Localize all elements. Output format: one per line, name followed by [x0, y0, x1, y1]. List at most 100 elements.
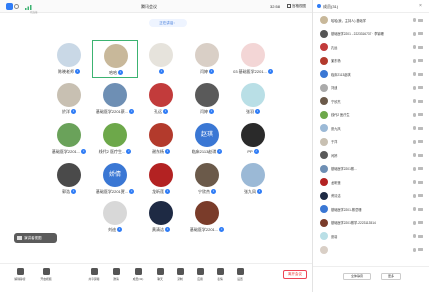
settings-button[interactable]: 设置 — [232, 268, 248, 281]
participant-tile[interactable]: 谢东杨 ♪ — [138, 120, 184, 158]
record-button[interactable]: 录制 — [172, 268, 188, 281]
member-row[interactable]: 刘迪 — [317, 83, 427, 93]
member-row[interactable]: 线代2 医疗生 — [317, 110, 427, 120]
member-avatar — [320, 164, 328, 173]
member-row[interactable]: 基础医学2201蔡... — [317, 164, 427, 174]
member-row[interactable] — [317, 245, 427, 255]
microphone-icon[interactable] — [413, 220, 416, 225]
apps-button[interactable]: 应用 — [192, 268, 208, 281]
speaker-view-chip[interactable]: 演讲者视图 — [14, 233, 57, 243]
participant-tile[interactable]: 线代2 医疗生... ♪ — [92, 120, 138, 158]
microphone-icon[interactable] — [413, 99, 416, 103]
participant-tile[interactable]: 宁欣杰 ♪ — [184, 160, 230, 198]
participant-tile[interactable]: 闫婷 ♪ — [184, 80, 230, 118]
mute-all-button[interactable]: 全体静音 — [343, 273, 371, 280]
camera-icon[interactable] — [418, 180, 423, 184]
participant-tile[interactable]: 张九凤 ♪ — [230, 160, 276, 198]
microphone-icon[interactable] — [413, 72, 416, 76]
microphone-icon[interactable] — [413, 247, 416, 252]
member-row[interactable]: 基础医学2201 - 2223316737 · 李锦珊 — [317, 29, 427, 39]
camera-icon[interactable] — [418, 140, 423, 143]
participant-tile[interactable]: ♪ — [138, 40, 184, 78]
camera-icon[interactable] — [418, 32, 423, 35]
participant-tile[interactable]: 张羽 ♪ — [230, 80, 276, 118]
more-button[interactable]: 更多 — [381, 273, 401, 280]
microphone-icon[interactable] — [413, 45, 416, 49]
member-row[interactable]: 基础医学2201蔡学-2223113514 — [317, 218, 427, 228]
member-row[interactable]: 謝东杨 — [317, 56, 427, 66]
member-row[interactable]: 张羽 — [317, 231, 427, 241]
camera-icon[interactable] — [418, 18, 423, 22]
camera-icon[interactable] — [418, 99, 423, 103]
member-row[interactable]: 哈哈(我，主持人) 基础学 — [317, 15, 427, 25]
participant-tile[interactable]: 赵琪 临床2113赵琪 ♪ — [184, 120, 230, 158]
participant-tile[interactable]: 基础医学2201... ♪ — [46, 120, 92, 158]
member-row[interactable]: 闫婷 — [317, 150, 427, 160]
microphone-icon[interactable] — [413, 58, 416, 63]
participant-caption: 郭浩 ♪ — [46, 189, 92, 195]
member-row[interactable]: 龙昕莲 — [317, 177, 427, 187]
leave-meeting-button[interactable]: 离开会议 — [283, 270, 307, 279]
microphone-icon[interactable] — [413, 112, 416, 117]
members-button[interactable]: 成员(31) — [130, 268, 146, 281]
camera-icon[interactable] — [418, 194, 423, 197]
participant-tile[interactable]: 於洋 ♪ — [46, 80, 92, 118]
member-row[interactable]: 张九凤 — [317, 123, 427, 133]
camera-icon[interactable] — [418, 86, 423, 89]
participant-tile[interactable]: 娇倩 基础医学2201贾... ♪ — [92, 160, 138, 198]
participant-tile[interactable]: 刘迪 ♪ — [92, 198, 138, 236]
microphone-icon[interactable] — [413, 18, 416, 22]
view-mode-button[interactable]: 宫格视图 — [287, 3, 311, 10]
close-icon[interactable]: × — [419, 3, 422, 9]
microphone-icon[interactable] — [413, 126, 416, 130]
participant-tile[interactable]: 基础医学2201蔡... ♪ — [92, 80, 138, 118]
toolbar-label: 应用 — [197, 277, 203, 281]
member-name: 张九凤 — [331, 126, 341, 131]
microphone-icon[interactable] — [413, 166, 416, 171]
member-row[interactable]: 基础医学2201-蔡忌珊 — [317, 204, 427, 214]
microphone-icon[interactable] — [413, 180, 416, 184]
microphone-icon[interactable] — [413, 31, 416, 36]
participant-tile[interactable]: 闫婷 ♪ — [184, 40, 230, 78]
participant-tile[interactable]: PP ♪ — [230, 120, 276, 158]
camera-icon[interactable] — [418, 59, 423, 62]
participant-tile[interactable]: 哈哈 ♪ — [92, 40, 138, 78]
camera-icon[interactable] — [418, 45, 423, 49]
share-screen-button[interactable]: 共享屏幕 — [86, 268, 102, 281]
camera-icon[interactable] — [418, 207, 423, 211]
microphone-icon[interactable] — [413, 207, 416, 211]
invite-button[interactable]: 邀请 — [108, 268, 124, 281]
participant-tile[interactable]: 黄清洁 ♪ — [138, 198, 184, 236]
member-row[interactable]: 孔远 — [317, 42, 427, 52]
member-row[interactable]: 黄清洁 — [317, 191, 427, 201]
unmute-button[interactable]: 解除静音 — [12, 268, 28, 281]
start-video-button[interactable]: 开启视频 — [38, 268, 54, 281]
info-icon[interactable] — [14, 4, 19, 9]
camera-icon[interactable] — [418, 113, 423, 116]
camera-icon[interactable] — [418, 72, 423, 76]
reactions-button[interactable]: 表情 — [212, 268, 228, 281]
member-row[interactable]: 于洋 — [317, 137, 427, 147]
participant-tile[interactable]: 龙昕莲 ♪ — [138, 160, 184, 198]
camera-icon[interactable] — [418, 221, 423, 224]
participant-tile[interactable]: 03 基础医学2201... ♪ — [230, 40, 276, 78]
member-row[interactable]: 宁欣杰 — [317, 96, 427, 106]
participant-tile[interactable]: 陈晓老师 ♪ — [46, 40, 92, 78]
camera-icon[interactable] — [418, 153, 423, 157]
camera-icon[interactable] — [418, 167, 423, 170]
microphone-icon[interactable] — [413, 234, 416, 238]
microphone-icon[interactable] — [413, 153, 416, 157]
member-row[interactable]: 临床2113赵琪 — [317, 69, 427, 79]
participant-tile[interactable]: 基础医学2201... ♪ — [184, 198, 230, 236]
camera-icon[interactable] — [418, 126, 423, 130]
camera-icon[interactable] — [418, 234, 423, 238]
participant-tile[interactable]: 孔远 ♪ — [138, 80, 184, 118]
microphone-icon[interactable] — [413, 85, 416, 90]
microphone-icon[interactable] — [413, 139, 416, 144]
chat-button[interactable]: 聊天 — [152, 268, 168, 281]
microphone-icon[interactable] — [413, 193, 416, 198]
participant-avatar — [103, 201, 127, 225]
camera-icon[interactable] — [418, 248, 423, 251]
participant-avatar: 娇倩 — [103, 163, 127, 187]
participant-tile[interactable]: 郭浩 ♪ — [46, 160, 92, 198]
